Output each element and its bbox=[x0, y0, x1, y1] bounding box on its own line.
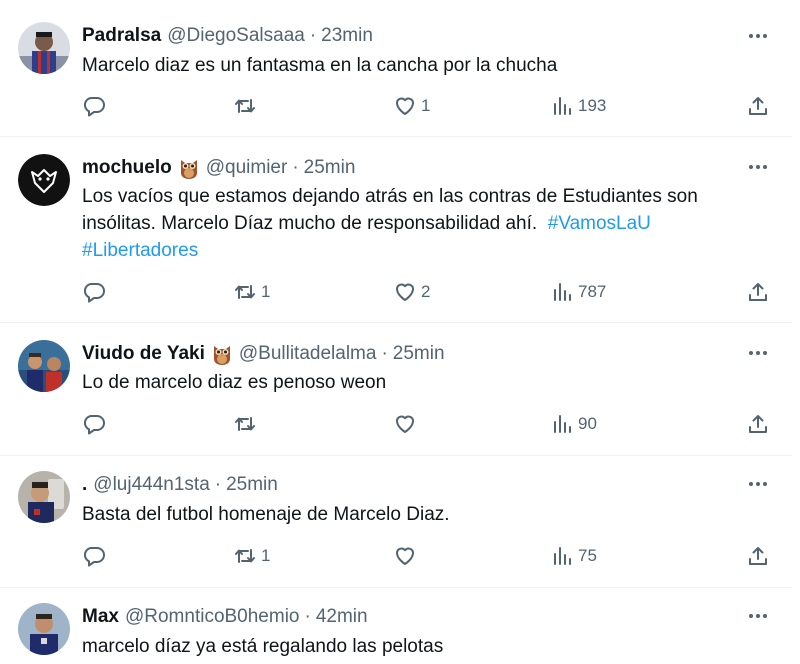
tweet-text: Basta del futbol homenaje de Marcelo Dia… bbox=[82, 504, 450, 525]
separator-dot: · bbox=[381, 343, 388, 364]
retweet-button[interactable] bbox=[233, 93, 257, 119]
reply-button[interactable] bbox=[82, 279, 106, 305]
view-count: 90 bbox=[578, 414, 597, 433]
views-button[interactable]: 75 bbox=[550, 543, 597, 569]
heart-icon bbox=[393, 280, 417, 304]
avatar[interactable] bbox=[18, 22, 70, 74]
share-icon bbox=[746, 412, 770, 436]
display-name[interactable]: . bbox=[82, 472, 87, 498]
tweet-actions: 90 bbox=[82, 411, 772, 437]
share-button[interactable] bbox=[746, 93, 770, 119]
tweet-actions: 1 193 bbox=[82, 93, 772, 119]
avatar[interactable] bbox=[18, 154, 70, 206]
more-icon[interactable] bbox=[746, 27, 770, 45]
more-icon[interactable] bbox=[746, 158, 770, 176]
display-name[interactable]: Padralsa bbox=[82, 23, 161, 49]
reply-button[interactable] bbox=[82, 543, 106, 569]
retweet-button[interactable]: 1 bbox=[233, 279, 270, 305]
like-button[interactable] bbox=[393, 543, 417, 569]
display-name[interactable]: Max bbox=[82, 604, 119, 630]
share-icon bbox=[746, 280, 770, 304]
like-button[interactable]: 2 bbox=[393, 279, 430, 305]
tweet[interactable]: Max @RomnticoB0hemio · 42min marcelo día… bbox=[0, 587, 792, 664]
more-icon[interactable] bbox=[746, 344, 770, 362]
retweet-icon bbox=[233, 94, 257, 118]
tweet-actions: 1 2 787 bbox=[82, 279, 772, 305]
heart-icon bbox=[393, 544, 417, 568]
views-button[interactable]: 787 bbox=[550, 279, 606, 305]
owl-emoji-icon bbox=[178, 156, 200, 180]
avatar[interactable] bbox=[18, 340, 70, 392]
share-icon bbox=[746, 544, 770, 568]
timestamp[interactable]: 23min bbox=[321, 23, 373, 49]
timestamp[interactable]: 42min bbox=[316, 604, 368, 630]
hashtag-link[interactable]: #Libertadores bbox=[82, 240, 198, 261]
user-handle[interactable]: @quimier bbox=[206, 155, 288, 181]
separator-dot: · bbox=[214, 474, 222, 495]
heart-icon bbox=[393, 412, 417, 436]
user-handle[interactable]: @luj444n1sta bbox=[93, 472, 209, 498]
tweet-actions: 1 75 bbox=[82, 543, 772, 569]
retweet-button[interactable]: 1 bbox=[233, 543, 270, 569]
heart-icon bbox=[393, 94, 417, 118]
share-button[interactable] bbox=[746, 279, 770, 305]
tweet[interactable]: mochuelo @quimier · 25min Los vacíos que… bbox=[0, 136, 792, 323]
separator-dot: · bbox=[309, 25, 317, 46]
display-name[interactable]: mochuelo bbox=[82, 155, 172, 181]
views-icon bbox=[550, 280, 574, 304]
timestamp[interactable]: 25min bbox=[304, 155, 356, 181]
retweet-icon bbox=[233, 544, 257, 568]
like-count: 1 bbox=[421, 96, 431, 115]
owl-emoji-icon bbox=[211, 342, 233, 366]
tweet-text: Lo de marcelo diaz es penoso weon bbox=[82, 372, 387, 393]
share-button[interactable] bbox=[746, 543, 770, 569]
retweet-count: 1 bbox=[261, 546, 271, 565]
tweet[interactable]: . @luj444n1sta · 25min Basta del futbol … bbox=[0, 455, 792, 588]
timestamp[interactable]: 25min bbox=[226, 472, 278, 498]
retweet-icon bbox=[233, 412, 257, 436]
avatar[interactable] bbox=[18, 471, 70, 523]
reply-icon bbox=[82, 280, 106, 304]
views-button[interactable]: 90 bbox=[550, 411, 597, 437]
retweet-icon bbox=[233, 280, 257, 304]
like-button[interactable] bbox=[393, 411, 417, 437]
tweet-text: Los vacíos que estamos dejando atrás en … bbox=[82, 183, 772, 264]
timestamp[interactable]: 25min bbox=[393, 341, 445, 367]
view-count: 75 bbox=[578, 546, 597, 565]
retweet-count: 1 bbox=[261, 282, 271, 301]
more-icon[interactable] bbox=[746, 475, 770, 493]
reply-icon bbox=[82, 412, 106, 436]
view-count: 787 bbox=[578, 282, 607, 301]
retweet-button[interactable] bbox=[233, 411, 257, 437]
tweet[interactable]: Padralsa @DiegoSalsaaa · 23min Marcelo d… bbox=[0, 0, 792, 137]
tweet-text: marcelo díaz ya está regalando las pelot… bbox=[82, 636, 444, 657]
tweet-text: Marcelo diaz es un fantasma en la cancha… bbox=[82, 55, 558, 76]
share-button[interactable] bbox=[746, 411, 770, 437]
user-handle[interactable]: @RomnticoB0hemio bbox=[125, 604, 300, 630]
separator-dot: · bbox=[292, 157, 299, 178]
like-count: 2 bbox=[421, 282, 431, 301]
view-count: 193 bbox=[578, 96, 607, 115]
separator-dot: · bbox=[304, 606, 311, 627]
like-button[interactable]: 1 bbox=[393, 93, 430, 119]
reply-icon bbox=[82, 544, 106, 568]
views-button[interactable]: 193 bbox=[550, 93, 606, 119]
user-handle[interactable]: @Bullitadelalma bbox=[239, 341, 377, 367]
avatar[interactable] bbox=[18, 603, 70, 655]
reply-icon bbox=[82, 94, 106, 118]
tweet[interactable]: Viudo de Yaki @Bullitadelalma · 25min Lo… bbox=[0, 322, 792, 456]
display-name[interactable]: Viudo de Yaki bbox=[82, 341, 205, 367]
views-icon bbox=[550, 544, 574, 568]
hashtag-link[interactable]: #VamosLaU bbox=[548, 213, 651, 234]
more-icon[interactable] bbox=[746, 607, 770, 625]
reply-button[interactable] bbox=[82, 411, 106, 437]
reply-button[interactable] bbox=[82, 93, 106, 119]
views-icon bbox=[550, 94, 574, 118]
share-icon bbox=[746, 94, 770, 118]
views-icon bbox=[550, 412, 574, 436]
user-handle[interactable]: @DiegoSalsaaa bbox=[167, 23, 305, 49]
